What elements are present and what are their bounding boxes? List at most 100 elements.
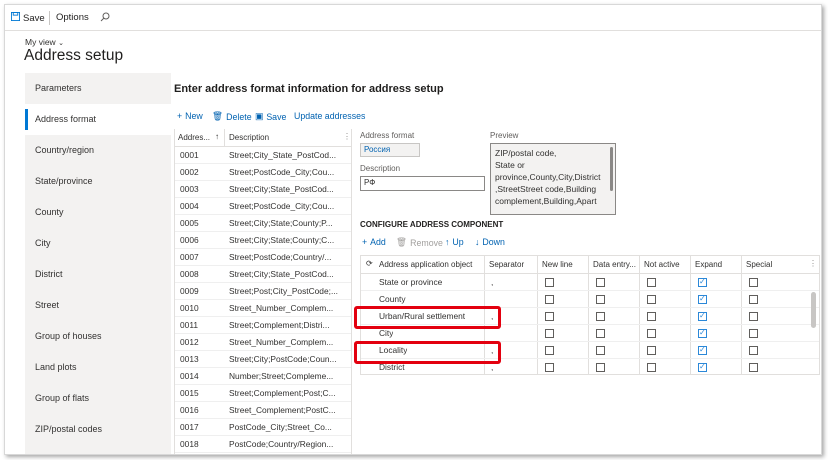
table-row[interactable]: 0006 Street;City;State;County;C... <box>175 232 351 249</box>
search-button[interactable] <box>100 12 110 25</box>
table-row[interactable]: 0011 Street;Complement;Distri... <box>175 317 351 334</box>
view-selector[interactable]: My view ⌄ <box>25 37 64 47</box>
data-entry-checkbox[interactable] <box>596 295 605 304</box>
table-row[interactable]: 0013 Street;City;PostCode;Coun... <box>175 351 351 368</box>
save-format-button[interactable]: ▣ Save <box>255 111 286 122</box>
table-row[interactable]: 0004 Street;PostCode_City;Cou... <box>175 198 351 215</box>
new-line-checkbox[interactable] <box>545 312 554 321</box>
column-options-icon[interactable]: ⋮ <box>809 259 817 268</box>
not-active-checkbox[interactable] <box>647 363 656 372</box>
table-row[interactable]: 0018 PostCode;Country/Region... <box>175 436 351 453</box>
col-header[interactable]: Expand <box>695 260 722 269</box>
expand-checkbox[interactable] <box>698 345 707 355</box>
add-button[interactable]: + Add <box>362 237 386 247</box>
special-checkbox[interactable] <box>749 295 758 304</box>
component-row[interactable]: State or province, <box>361 274 819 291</box>
sidebar-item-street[interactable]: Street <box>25 290 171 321</box>
table-row[interactable]: 0002 Street;PostCode_City;Cou... <box>175 164 351 181</box>
column-options-icon[interactable]: ⋮ <box>343 132 351 141</box>
table-row[interactable]: 0009 Street;Post;City_PostCode;... <box>175 283 351 300</box>
expand-checkbox[interactable] <box>698 294 707 304</box>
expand-checkbox[interactable] <box>698 277 707 287</box>
col-header[interactable]: Separator <box>489 260 524 269</box>
col-header[interactable]: Address application object <box>379 260 472 269</box>
not-active-checkbox[interactable] <box>647 278 656 287</box>
new-line-checkbox[interactable] <box>545 278 554 287</box>
sidebar-item-country-region[interactable]: Country/region <box>25 135 171 166</box>
table-row[interactable]: 0017 PostCode_City;Street_Co... <box>175 419 351 436</box>
component-name: State or province <box>379 277 443 287</box>
data-entry-checkbox[interactable] <box>596 278 605 287</box>
col-header[interactable]: Data entry... <box>593 260 636 269</box>
sidebar-item-district[interactable]: District <box>25 259 171 290</box>
component-scrollbar[interactable] <box>811 292 816 328</box>
new-line-checkbox[interactable] <box>545 295 554 304</box>
address-format-id: 0016 <box>180 405 199 415</box>
remove-button[interactable]: 🗑 Remove <box>396 237 443 248</box>
col-header[interactable]: Special <box>746 260 772 269</box>
new-line-checkbox[interactable] <box>545 363 554 372</box>
special-checkbox[interactable] <box>749 363 758 372</box>
col-header[interactable]: New line <box>542 260 573 269</box>
data-entry-checkbox[interactable] <box>596 346 605 355</box>
table-row[interactable]: 0003 Street;City;State_PostCod... <box>175 181 351 198</box>
component-separator[interactable]: , <box>491 274 493 291</box>
save-icon <box>11 12 20 24</box>
address-format-id: 0004 <box>180 201 199 211</box>
table-row[interactable]: 0008 Street;City;State_PostCod... <box>175 266 351 283</box>
sidebar-item-group-of-flats[interactable]: Group of flats <box>25 383 171 414</box>
not-active-checkbox[interactable] <box>647 295 656 304</box>
not-active-checkbox[interactable] <box>647 329 656 338</box>
preview-scrollbar[interactable] <box>610 147 613 191</box>
col-address-header[interactable]: Addres... <box>178 133 210 142</box>
sidebar-item-zip-postal-codes[interactable]: ZIP/postal codes <box>25 414 171 445</box>
new-button[interactable]: + New <box>177 111 203 121</box>
new-line-checkbox[interactable] <box>545 329 554 338</box>
address-format-field[interactable]: Россия <box>360 143 420 157</box>
data-entry-checkbox[interactable] <box>596 312 605 321</box>
down-label: Down <box>482 237 505 247</box>
address-format-id: 0001 <box>180 150 199 160</box>
table-row[interactable]: 0014 Number;Street;Compleme... <box>175 368 351 385</box>
options-button[interactable]: Options <box>56 12 89 23</box>
table-row[interactable]: 0015 Street;Complement;Post;C... <box>175 385 351 402</box>
expand-checkbox[interactable] <box>698 311 707 321</box>
data-entry-checkbox[interactable] <box>596 329 605 338</box>
description-label: Description <box>360 164 401 173</box>
table-row[interactable]: 0005 Street;City;State;County;P... <box>175 215 351 232</box>
expand-checkbox[interactable] <box>698 362 707 372</box>
up-button[interactable]: ↑ Up <box>445 237 464 247</box>
description-field[interactable]: РФ <box>360 176 485 191</box>
special-checkbox[interactable] <box>749 278 758 287</box>
preview-box[interactable]: ZIP/postal code, State or province,County,… <box>490 143 616 215</box>
sidebar-item-group-of-houses[interactable]: Group of houses <box>25 321 171 352</box>
sidebar-item-parameters[interactable]: Parameters <box>25 73 171 104</box>
table-row[interactable]: 0012 Street_Number_Complem... <box>175 334 351 351</box>
sidebar-item-city[interactable]: City <box>25 228 171 259</box>
new-line-checkbox[interactable] <box>545 346 554 355</box>
table-row[interactable]: 0016 Street_Complement;PostC... <box>175 402 351 419</box>
save-button[interactable]: Save <box>11 12 45 24</box>
down-button[interactable]: ↓ Down <box>475 237 505 247</box>
expand-checkbox[interactable] <box>698 328 707 338</box>
address-format-description: PostCode;Country/Region... <box>229 439 334 449</box>
table-row[interactable]: 0001 Street;City_State_PostCod... <box>175 147 351 164</box>
data-entry-checkbox[interactable] <box>596 363 605 372</box>
special-checkbox[interactable] <box>749 329 758 338</box>
not-active-checkbox[interactable] <box>647 346 656 355</box>
sidebar-item-county[interactable]: County <box>25 197 171 228</box>
update-addresses-button[interactable]: Update addresses <box>294 111 365 121</box>
sidebar-item-state-province[interactable]: State/province <box>25 166 171 197</box>
address-format-id: 0018 <box>180 439 199 449</box>
not-active-checkbox[interactable] <box>647 312 656 321</box>
table-row[interactable]: 0010 Street_Number_Complem... <box>175 300 351 317</box>
delete-button[interactable]: 🗑 Delete <box>212 111 252 122</box>
sidebar-item-land-plots[interactable]: Land plots <box>25 352 171 383</box>
special-checkbox[interactable] <box>749 346 758 355</box>
special-checkbox[interactable] <box>749 312 758 321</box>
col-header[interactable]: Not active <box>644 260 680 269</box>
refresh-icon[interactable]: ⟳ <box>366 259 373 268</box>
col-description-header[interactable]: Description <box>229 133 269 142</box>
table-row[interactable]: 0007 Street;PostCode;Country/... <box>175 249 351 266</box>
sidebar-item-address-format[interactable]: Address format <box>25 104 171 135</box>
